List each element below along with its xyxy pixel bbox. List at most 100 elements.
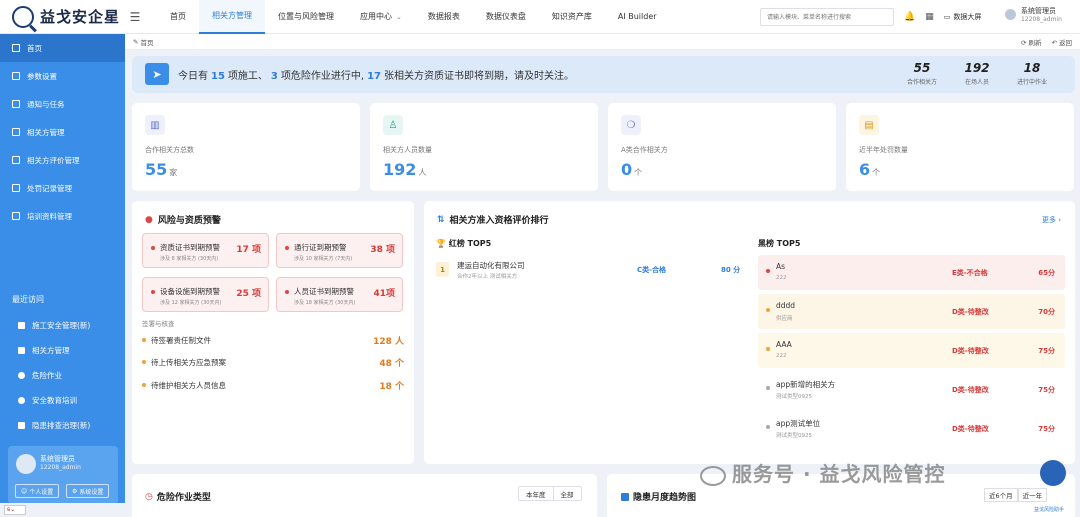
- nav-item-knowledge[interactable]: 知识资产库: [539, 0, 605, 34]
- todo-dot: [142, 360, 146, 364]
- recent-item[interactable]: 安全教育培训: [0, 388, 125, 413]
- kpi-card[interactable]: ❍ A类合作相关方 0个: [608, 103, 836, 191]
- breadcrumb-home[interactable]: 首页: [141, 37, 154, 47]
- todo-dot: [142, 338, 146, 342]
- back-button[interactable]: ↶ 返回: [1051, 37, 1072, 47]
- assistant-robot-icon[interactable]: [1040, 460, 1066, 486]
- nav-item-dashboard[interactable]: 数据仪表盘: [473, 0, 539, 34]
- menu-toggle-icon[interactable]: ☰: [125, 0, 145, 34]
- black-list-row[interactable]: As 222 E类-不合格 65分: [758, 255, 1065, 290]
- logo[interactable]: 益戈安企星: [0, 0, 125, 34]
- nav-item-reports[interactable]: 数据报表: [415, 0, 473, 34]
- party-grade: D类-待整改: [952, 308, 989, 316]
- notice-stat: 192 在场人员: [951, 61, 1003, 86]
- document-icon: ▤: [859, 115, 879, 135]
- red-list-row[interactable]: 1 建运自动化有限公司 合作2年以上 测试相关方 C类-合格 80 分: [436, 258, 746, 282]
- recent-item[interactable]: 施工安全管理(新): [0, 313, 125, 338]
- sidebar-item-notify[interactable]: 通知与任务: [0, 90, 125, 118]
- page-icon: [12, 44, 20, 52]
- period-this-year[interactable]: 本年度: [519, 487, 554, 500]
- page-icon: [12, 184, 20, 192]
- kpi-label: 近半年处罚数量: [859, 146, 908, 154]
- period-toggle: 本年度 全部: [518, 486, 582, 501]
- input-method-icon[interactable]: ꞩ⌄: [4, 505, 26, 515]
- bell-icon[interactable]: 🔔: [904, 12, 915, 22]
- user-menu[interactable]: 系统管理员 12208_admin: [1005, 6, 1062, 23]
- sidebar-item-related-party[interactable]: 相关方管理: [0, 118, 125, 146]
- alert-title: 通行证到期预警: [294, 243, 347, 252]
- more-link[interactable]: 更多 ›: [1042, 215, 1061, 225]
- ranking-panel-title: ⇅ 相关方准入资格评价排行: [437, 213, 549, 227]
- party-score: 75分: [1038, 347, 1055, 355]
- sidebar-item-home[interactable]: 首页: [0, 34, 125, 62]
- range-1-year[interactable]: 近一年: [1017, 488, 1048, 502]
- alert-card[interactable]: 通行证到期预警 涉及 10 家相关方 (7天内) 38 项: [276, 233, 403, 268]
- notice-number: 17: [367, 71, 381, 82]
- more-label: 更多: [1041, 216, 1056, 224]
- nav-item-location-risk[interactable]: 位置与风险管理: [265, 0, 347, 34]
- row-dot: [766, 386, 770, 390]
- personal-settings-button[interactable]: ☺ 个人设置: [15, 484, 60, 498]
- todo-item[interactable]: 待维护相关方人员信息 18 个: [142, 378, 404, 394]
- system-settings-button[interactable]: ⚙ 系统设置: [66, 484, 110, 498]
- sidebar-item-label: 相关方评价管理: [27, 155, 80, 165]
- recent-item-label: 相关方管理: [32, 346, 70, 355]
- black-list-row[interactable]: dddd 供应商 D类-待整改 70分: [758, 294, 1065, 329]
- top-icons: 🔔 ▦ ▭ 数据大屏: [904, 0, 981, 34]
- sort-icon: ⇅: [437, 214, 445, 225]
- recent-item[interactable]: 隐患排查治理(新): [0, 413, 125, 438]
- sidebar-item-training[interactable]: 培训资料管理: [0, 202, 125, 230]
- row-dot: [766, 308, 770, 312]
- party-sub: 222: [776, 353, 787, 359]
- square-icon: [18, 347, 25, 354]
- todo-title: 待上传相关方应急预案: [151, 358, 226, 367]
- party-name: As: [776, 262, 786, 271]
- row-dot: [766, 425, 770, 429]
- party-grade: D类-待整改: [952, 425, 989, 433]
- chevron-down-icon: ⌄: [396, 12, 402, 21]
- black-list-row[interactable]: app新增的相关方 测试类型0925 D类-待整改 75分: [758, 372, 1065, 407]
- bigscreen-label: 数据大屏: [953, 13, 982, 21]
- recent-title: 最近访问: [12, 295, 44, 304]
- kpi-number: 192: [383, 160, 417, 179]
- alert-card[interactable]: 人员证书到期预警 涉及 18 家相关方 (30天内) 41项: [276, 277, 403, 312]
- danger-work-title-text: 危险作业类型: [156, 493, 211, 503]
- period-all[interactable]: 全部: [554, 487, 581, 500]
- range-6-months[interactable]: 近6个月: [984, 488, 1018, 502]
- search-input[interactable]: [760, 8, 894, 26]
- kpi-card[interactable]: ▤ 近半年处罚数量 6个: [846, 103, 1074, 191]
- nav-item-home[interactable]: 首页: [157, 0, 199, 34]
- party-sub: 供应商: [776, 316, 793, 322]
- kpi-card[interactable]: ▥ 合作相关方总数 55 家: [132, 103, 360, 191]
- rank-badge: 1: [436, 262, 449, 277]
- nav-item-related-party[interactable]: 相关方管理: [199, 0, 265, 34]
- party-grade: C类-合格: [637, 266, 667, 274]
- todo-item[interactable]: 待上传相关方应急预案 48 个: [142, 355, 404, 371]
- kpi-card[interactable]: ♙ 相关方人员数量 192 人: [370, 103, 598, 191]
- notice-part: 项危险作业进行中,: [280, 71, 365, 82]
- sidebar-item-evaluation[interactable]: 相关方评价管理: [0, 146, 125, 174]
- sidebar-item-penalty[interactable]: 处罚记录管理: [0, 174, 125, 202]
- alert-card[interactable]: 资质证书到期预警 涉及 8 家相关方 (30天内) 17 项: [142, 233, 269, 268]
- user-name: 系统管理员: [40, 455, 75, 463]
- alert-card[interactable]: 设备设施到期预警 涉及 12 家相关方 (30天内) 25 项: [142, 277, 269, 312]
- row-dot: [766, 269, 770, 273]
- alert-dot: [151, 246, 155, 250]
- todo-title: 待维护相关方人员信息: [151, 381, 226, 390]
- kpi-unit: 个: [872, 168, 881, 177]
- qrcode-icon[interactable]: ▦: [925, 12, 934, 22]
- refresh-button[interactable]: ⟳ 刷新: [1021, 37, 1042, 47]
- black-list-row[interactable]: app测试单位 测试类型0925 D类-待整改 75分: [758, 411, 1065, 446]
- sidebar-item-params[interactable]: 参数设置: [0, 62, 125, 90]
- nav-item-app-center[interactable]: 应用中心 ⌄: [347, 0, 415, 34]
- alert-title: 资质证书到期预警: [160, 243, 220, 252]
- black-list-row[interactable]: AAA 222 D类-待整改 75分: [758, 333, 1065, 368]
- party-grade: D类-待整改: [952, 347, 989, 355]
- recent-item[interactable]: 危险作业: [0, 363, 125, 388]
- party-name: 建运自动化有限公司: [457, 261, 525, 270]
- bigscreen-button[interactable]: ▭ 数据大屏: [944, 12, 982, 22]
- todo-item[interactable]: 待签署责任制文件 128 人: [142, 333, 404, 349]
- nav-item-ai-builder[interactable]: AI Builder: [605, 0, 670, 34]
- recent-item[interactable]: 相关方管理: [0, 338, 125, 363]
